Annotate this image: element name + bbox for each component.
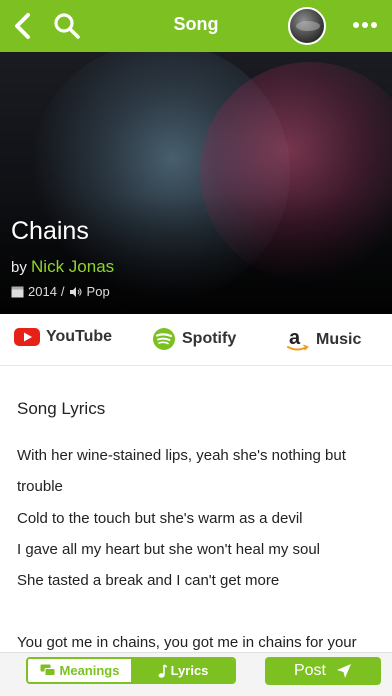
post-button[interactable]: Post xyxy=(265,657,381,685)
tab-lyrics-label: Lyrics xyxy=(170,663,209,678)
speaker-icon xyxy=(69,286,82,297)
youtube-label: YouTube xyxy=(46,328,113,345)
music-note-icon xyxy=(158,663,167,678)
year-text: 2014 xyxy=(28,284,57,299)
spotify-button[interactable]: Spotify xyxy=(152,327,236,351)
amazon-music-label: Music xyxy=(316,331,362,348)
top-bar: Song xyxy=(0,0,392,52)
calendar-icon xyxy=(11,286,24,298)
bottom-bar: Meanings Lyrics Post xyxy=(0,652,392,696)
lyrics-heading: Song Lyrics xyxy=(17,399,106,418)
by-label: by xyxy=(11,259,27,276)
spotify-label: Spotify xyxy=(182,330,237,347)
song-title: Chains xyxy=(11,217,89,245)
artist-link[interactable]: Nick Jonas xyxy=(31,257,114,276)
youtube-icon xyxy=(14,328,40,346)
lyric-line: With her wine-stained lips, yeah she's n… xyxy=(17,447,346,464)
tab-lyrics[interactable]: Lyrics xyxy=(131,659,234,682)
youtube-button[interactable]: YouTube xyxy=(14,327,112,347)
service-links: YouTube Spotify a Music xyxy=(0,314,392,366)
amazon-icon: a xyxy=(287,327,309,351)
send-arrow-icon xyxy=(337,664,351,678)
amazon-music-button[interactable]: a Music xyxy=(286,327,361,353)
tab-meanings[interactable]: Meanings xyxy=(28,659,131,682)
tab-meanings-label: Meanings xyxy=(59,663,120,678)
lyrics-section: Song Lyrics With her wine-stained lips, … xyxy=(0,366,392,656)
chat-bubbles-icon xyxy=(40,664,56,676)
song-hero: Chains by Nick Jonas 2014 / Pop xyxy=(0,52,392,314)
page-title: Song xyxy=(173,14,219,34)
svg-text:a: a xyxy=(289,327,301,349)
view-toggle: Meanings Lyrics xyxy=(26,657,236,684)
song-meta: 2014 / Pop xyxy=(11,284,110,299)
post-button-label: Post xyxy=(293,662,326,679)
more-dots-icon[interactable] xyxy=(350,14,380,36)
lyric-line: She tasted a break and I can't get more xyxy=(17,572,280,589)
meta-separator: / xyxy=(60,284,65,299)
spotify-icon xyxy=(153,328,175,350)
user-avatar[interactable] xyxy=(288,7,326,45)
lyric-line: I gave all my heart but she won't heal m… xyxy=(17,541,321,558)
genre-text: Pop xyxy=(86,284,110,299)
artist-byline: by Nick Jonas xyxy=(11,257,114,277)
lyric-line: You got me in chains, you got me in chai… xyxy=(17,634,357,651)
lyric-line: Cold to the touch but she's warm as a de… xyxy=(17,510,303,527)
lyric-line: trouble xyxy=(17,478,63,495)
